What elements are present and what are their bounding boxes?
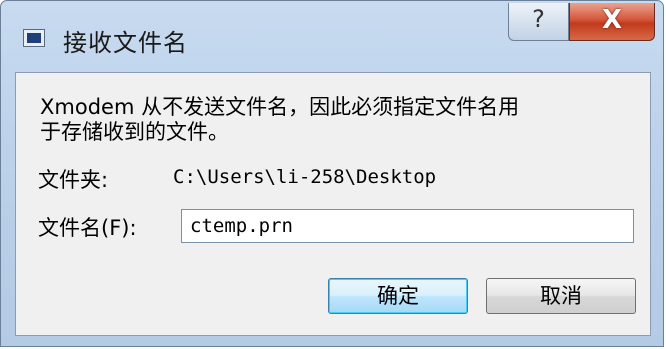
folder-label: 文件夹: (38, 168, 109, 192)
dialog-body: Xmodem 从不发送文件名，因此必须指定文件名用 于存储收到的文件。 文件夹:… (15, 72, 651, 336)
instruction-message: Xmodem 从不发送文件名，因此必须指定文件名用 于存储收到的文件。 (40, 95, 600, 145)
folder-path: C:\Users\li-258\Desktop (173, 166, 437, 188)
message-line-1: Xmodem 从不发送文件名，因此必须指定文件名用 (40, 95, 520, 119)
close-icon: X (601, 5, 623, 35)
filename-input[interactable] (181, 209, 634, 243)
title-bar[interactable]: 接收文件名 ? X (1, 1, 663, 73)
ok-button[interactable]: 确定 (328, 278, 468, 314)
message-line-2: 于存储收到的文件。 (40, 120, 229, 144)
window-title: 接收文件名 (63, 29, 188, 57)
help-button[interactable]: ? (508, 3, 569, 41)
help-icon: ? (532, 5, 545, 33)
terminal-app-icon (23, 29, 45, 47)
cancel-button[interactable]: 取消 (486, 278, 636, 314)
receive-filename-dialog: 接收文件名 ? X Xmodem 从不发送文件名，因此必须指定文件名用 于存储收… (0, 0, 664, 347)
filename-label: 文件名(F): (38, 216, 137, 240)
close-button[interactable]: X (569, 3, 655, 41)
